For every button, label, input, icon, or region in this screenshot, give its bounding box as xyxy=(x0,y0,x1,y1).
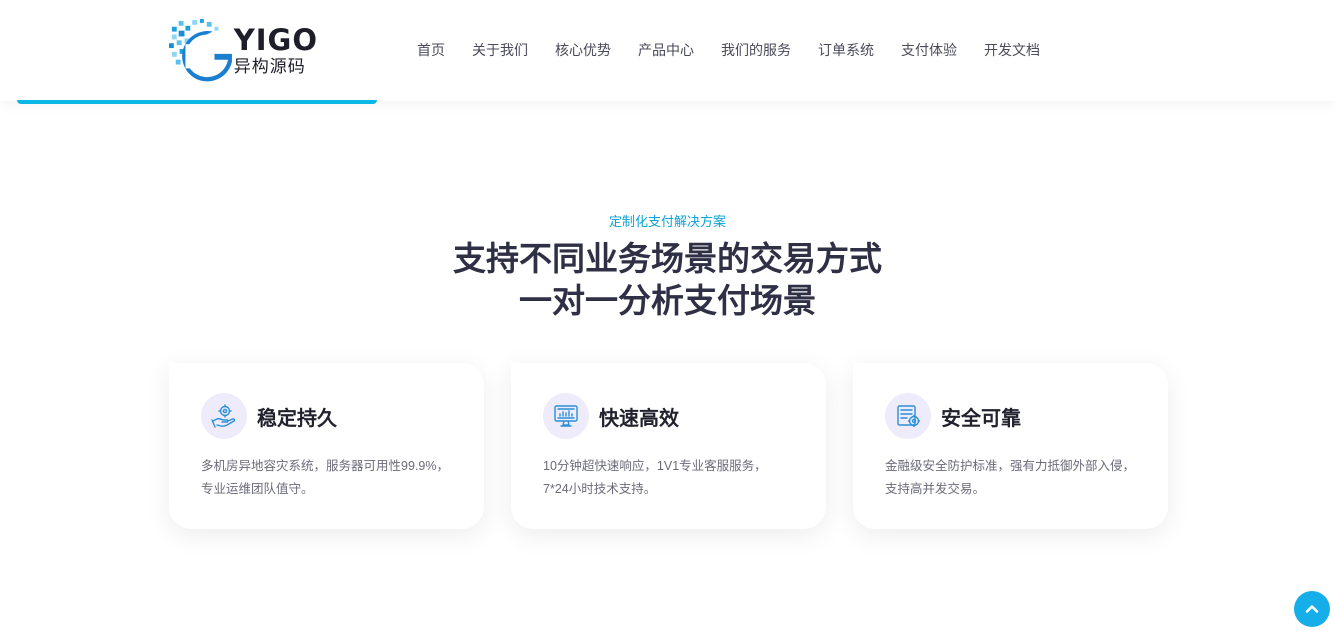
feature-card-description: 10分钟超快速响应，1V1专业客服服务， 7*24小时技术支持。 xyxy=(543,455,803,501)
hand-gear-icon xyxy=(201,393,247,439)
site-header: YIGO 异构源码 首页 关于我们 核心优势 产品中心 我们的服务 订单系统 支… xyxy=(0,0,1335,101)
feature-card-description: 多机房异地容灾系统，服务器可用性99.9%， 专业运维团队值守。 xyxy=(201,455,461,501)
nav-item-advantages[interactable]: 核心优势 xyxy=(555,40,611,60)
nav-item-payment-demo[interactable]: 支付体验 xyxy=(901,40,957,60)
feature-cards: 稳定持久 多机房异地容灾系统，服务器可用性99.9%， 专业运维团队值守。 快速… xyxy=(169,363,1169,529)
logo-wordmark: YIGO xyxy=(233,22,318,57)
nav-item-home[interactable]: 首页 xyxy=(417,40,445,60)
nav-item-about[interactable]: 关于我们 xyxy=(472,40,528,60)
feature-card-description: 金融级安全防护标准，强有力抵御外部入侵， 支持高并发交易。 xyxy=(885,455,1145,501)
section-title-line1: 支持不同业务场景的交易方式 xyxy=(453,240,882,277)
nav-item-docs[interactable]: 开发文档 xyxy=(984,40,1040,60)
server-shield-icon xyxy=(885,393,931,439)
section-subtitle: 定制化支付解决方案 xyxy=(608,214,726,229)
nav-item-services[interactable]: 我们的服务 xyxy=(721,40,791,60)
feature-card-desc-line: 专业运维团队值守。 xyxy=(201,482,314,496)
site-logo[interactable]: YIGO 异构源码 xyxy=(168,16,318,84)
feature-card-fast: 快速高效 10分钟超快速响应，1V1专业客服服务， 7*24小时技术支持。 xyxy=(511,363,826,529)
main-nav: 首页 关于我们 核心优势 产品中心 我们的服务 订单系统 支付体验 开发文档 xyxy=(417,40,1040,60)
nav-item-products[interactable]: 产品中心 xyxy=(638,40,694,60)
section-title-line2: 一对一分析支付场景 xyxy=(519,282,816,319)
feature-card-stable: 稳定持久 多机房异地容灾系统，服务器可用性99.9%， 专业运维团队值守。 xyxy=(169,363,484,529)
feature-card-title: 安全可靠 xyxy=(941,407,1021,430)
chevron-up-icon xyxy=(1305,605,1319,613)
feature-card-desc-line: 多机房异地容灾系统，服务器可用性99.9%， xyxy=(201,459,449,473)
logo-subtitle: 异构源码 xyxy=(233,56,306,76)
nav-item-order-system[interactable]: 订单系统 xyxy=(818,40,874,60)
section-title: 支持不同业务场景的交易方式 一对一分析支付场景 xyxy=(0,238,1335,322)
feature-card-desc-line: 7*24小时技术支持。 xyxy=(543,482,657,496)
feature-card-desc-line: 金融级安全防护标准，强有力抵御外部入侵， xyxy=(885,459,1136,473)
feature-card-desc-line: 10分钟超快速响应，1V1专业客服服务， xyxy=(543,459,767,473)
feature-card-secure: 安全可靠 金融级安全防护标准，强有力抵御外部入侵， 支持高并发交易。 xyxy=(853,363,1168,529)
back-to-top-button[interactable] xyxy=(1294,591,1330,627)
header-accent-bar xyxy=(17,100,377,104)
feature-card-title: 快速高效 xyxy=(599,407,679,430)
feature-card-desc-line: 支持高并发交易。 xyxy=(885,482,986,496)
logo-mark-icon xyxy=(168,19,232,82)
feature-card-title: 稳定持久 xyxy=(257,407,337,430)
monitor-chart-icon xyxy=(543,393,589,439)
